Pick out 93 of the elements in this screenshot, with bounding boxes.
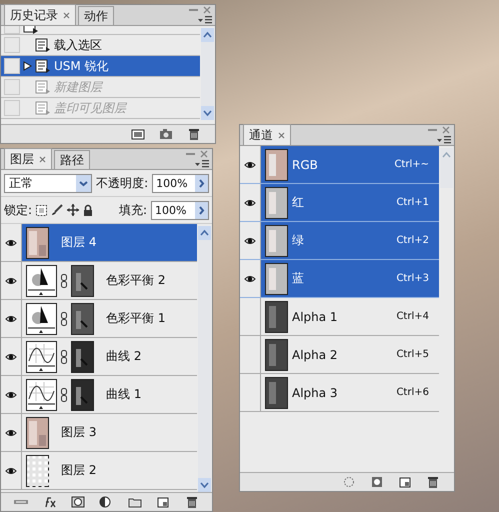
channel-thumbnail bbox=[265, 186, 288, 218]
close-icon[interactable] bbox=[63, 12, 70, 18]
adjustment-icon[interactable] bbox=[99, 496, 114, 508]
lock-icon[interactable] bbox=[83, 204, 94, 216]
opacity-field[interactable]: 100% bbox=[152, 174, 209, 192]
channel-item[interactable]: RGB Ctrl+~ bbox=[261, 146, 439, 183]
history-item[interactable]: USM 锐化 bbox=[1, 56, 200, 77]
eye-icon[interactable] bbox=[244, 160, 256, 170]
chevron-right-icon[interactable] bbox=[195, 174, 208, 192]
curves-thumbnail bbox=[26, 378, 57, 410]
folder-icon[interactable] bbox=[128, 496, 142, 508]
eye-icon[interactable] bbox=[5, 466, 17, 476]
layer-item[interactable]: 图层 2 bbox=[22, 452, 197, 489]
new-layer-icon[interactable] bbox=[156, 496, 170, 508]
new-document-icon[interactable] bbox=[131, 128, 145, 140]
layer-item[interactable]: 色彩平衡 2 bbox=[22, 262, 197, 299]
brush-icon[interactable] bbox=[51, 204, 64, 216]
chain-link-icon bbox=[61, 274, 67, 288]
dotted-circle-icon[interactable] bbox=[342, 476, 356, 488]
history-state-icon bbox=[35, 101, 51, 115]
eye-icon[interactable] bbox=[244, 198, 256, 208]
eye-icon[interactable] bbox=[5, 390, 17, 400]
opacity-label: 不透明度: bbox=[96, 174, 148, 192]
panel-tab[interactable]: 历史记录 bbox=[4, 4, 76, 25]
panel-tab[interactable]: 路径 bbox=[54, 150, 90, 169]
trash-icon[interactable] bbox=[187, 128, 201, 140]
scroll-bar[interactable] bbox=[201, 28, 214, 120]
panel-menu-icon[interactable] bbox=[437, 136, 451, 144]
move-icon[interactable] bbox=[67, 204, 80, 216]
photo-thumbnail bbox=[26, 416, 49, 448]
selection-icon[interactable] bbox=[370, 476, 384, 488]
panel-tab[interactable]: 图层 bbox=[4, 148, 52, 169]
history-state-icon bbox=[35, 59, 51, 73]
lock-label: 锁定: bbox=[4, 202, 32, 218]
fill-label: 填充: bbox=[118, 202, 147, 218]
color-balance-thumbnail bbox=[26, 264, 57, 296]
history-pointer-icon[interactable] bbox=[23, 61, 32, 71]
trash-icon[interactable] bbox=[184, 496, 199, 508]
eye-icon[interactable] bbox=[5, 314, 17, 324]
eye-icon[interactable] bbox=[244, 236, 256, 246]
channel-item[interactable]: 蓝 Ctrl+3 bbox=[261, 260, 439, 297]
blend-mode-dropdown[interactable]: 正常 bbox=[4, 174, 92, 192]
close-icon[interactable] bbox=[39, 156, 46, 162]
eye-icon[interactable] bbox=[244, 274, 256, 284]
history-state-icon bbox=[35, 38, 51, 52]
chain-link-icon bbox=[61, 350, 67, 364]
channel-thumbnail bbox=[265, 376, 288, 408]
scroll-bar[interactable] bbox=[198, 226, 211, 492]
mask-thumbnail bbox=[71, 302, 94, 334]
mask-thumbnail bbox=[71, 378, 94, 410]
transparent-thumbnail bbox=[26, 454, 49, 486]
fill-field[interactable]: 100% bbox=[151, 200, 209, 220]
new-channel-icon[interactable] bbox=[398, 476, 412, 488]
chain-link-icon bbox=[61, 388, 67, 402]
channel-item[interactable]: Alpha 3 Ctrl+6 bbox=[261, 374, 439, 411]
chevron-right-icon[interactable] bbox=[195, 202, 208, 218]
channel-thumbnail bbox=[265, 300, 288, 332]
photo-thumbnail bbox=[26, 226, 49, 258]
eye-icon[interactable] bbox=[5, 428, 17, 438]
close-icon[interactable] bbox=[278, 132, 285, 138]
channel-item[interactable]: Alpha 1 Ctrl+4 bbox=[261, 298, 439, 335]
scroll-bar[interactable] bbox=[440, 148, 453, 188]
channel-item[interactable]: Alpha 2 Ctrl+5 bbox=[261, 336, 439, 373]
fx-icon[interactable] bbox=[42, 496, 57, 508]
panel-menu-icon[interactable] bbox=[195, 160, 209, 168]
curves-thumbnail bbox=[26, 340, 57, 372]
panel-tab[interactable]: 动作 bbox=[78, 6, 114, 25]
panel-menu-icon[interactable] bbox=[198, 16, 212, 24]
mask-thumbnail bbox=[71, 264, 94, 296]
layer-item[interactable]: 曲线 2 bbox=[22, 338, 197, 375]
channel-thumbnail bbox=[265, 148, 288, 180]
channel-item[interactable]: 红 Ctrl+1 bbox=[261, 184, 439, 221]
channel-thumbnail bbox=[265, 338, 288, 370]
eye-icon[interactable] bbox=[5, 352, 17, 362]
layer-item[interactable]: 曲线 1 bbox=[22, 376, 197, 413]
layer-item[interactable]: 色彩平衡 1 bbox=[22, 300, 197, 337]
mask-thumbnail bbox=[71, 340, 94, 372]
color-balance-thumbnail bbox=[26, 302, 57, 334]
add-mask-icon[interactable] bbox=[71, 496, 86, 508]
eye-icon[interactable] bbox=[5, 276, 17, 286]
camera-icon[interactable] bbox=[159, 128, 173, 140]
trash-icon[interactable] bbox=[426, 476, 440, 488]
layer-item[interactable]: 图层 4 bbox=[22, 224, 197, 261]
channel-thumbnail bbox=[265, 224, 288, 256]
chain-link-icon bbox=[61, 312, 67, 326]
panel-tab[interactable]: 通道 bbox=[243, 124, 291, 145]
eye-icon[interactable] bbox=[5, 238, 17, 248]
lock-transparency-icon[interactable] bbox=[36, 204, 48, 216]
layer-item[interactable]: 图层 3 bbox=[22, 414, 197, 451]
channel-item[interactable]: 绿 Ctrl+2 bbox=[261, 222, 439, 259]
chevron-down-icon[interactable] bbox=[76, 174, 92, 192]
history-state-icon bbox=[35, 80, 51, 94]
channel-thumbnail bbox=[265, 262, 288, 294]
